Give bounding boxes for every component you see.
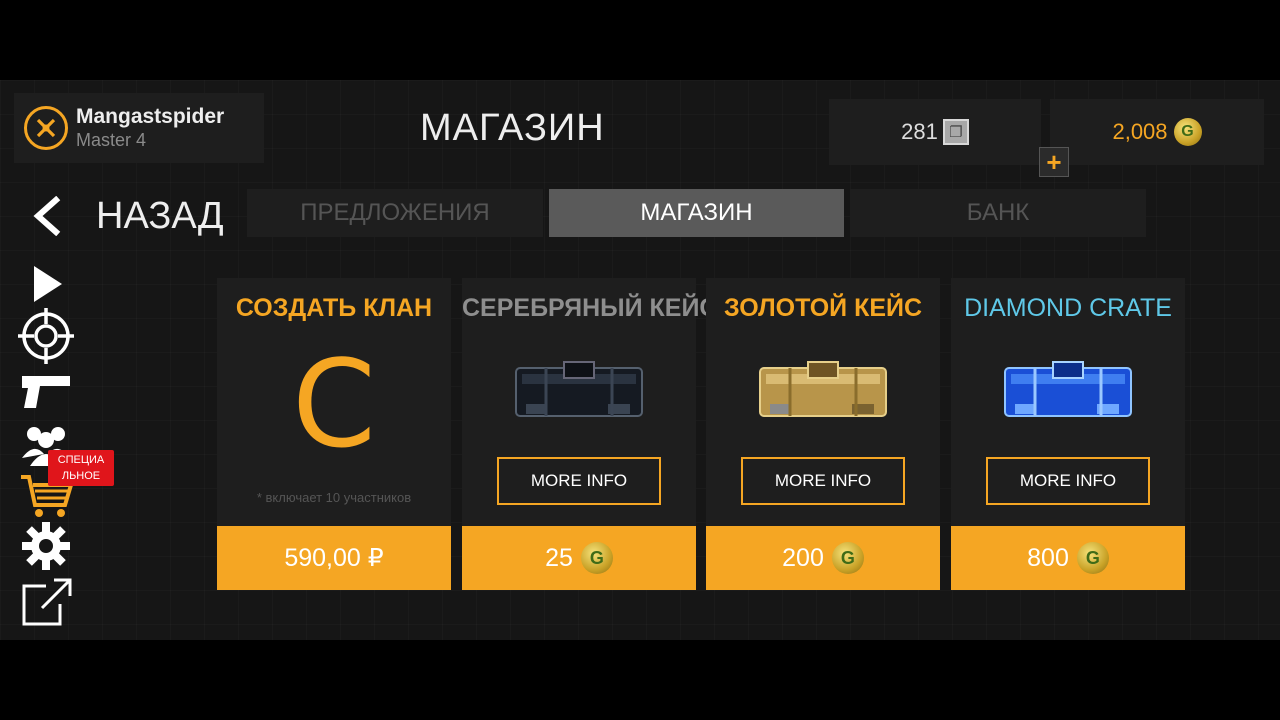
player-panel[interactable]: Mangastspider Master 4 [14, 93, 264, 163]
back-label: НАЗАД [96, 194, 224, 237]
play-icon[interactable] [16, 260, 76, 308]
price-button[interactable]: 200 G [706, 526, 940, 590]
silver-amount: 281 [901, 119, 938, 144]
gold-coin-icon: G [831, 542, 864, 574]
gold-coin-icon: G [1173, 118, 1202, 146]
price-value: 25 [545, 543, 573, 572]
player-rank: Master 4 [76, 130, 147, 150]
crosshair-icon[interactable] [16, 308, 76, 364]
card-title: ЗОЛОТОЙ КЕЙС [723, 294, 923, 322]
page-title: МАГАЗИН [420, 107, 605, 149]
more-info-button[interactable]: MORE INFO [741, 457, 905, 505]
gold-currency: 2,008 G [1050, 99, 1264, 165]
tab-offers[interactable]: ПРЕДЛОЖЕНИЯ [247, 189, 543, 237]
shop-screen: Mangastspider Master 4 МАГАЗИН 281 ❐ 2,0… [0, 80, 1280, 640]
card-title: СЕРЕБРЯНЫЙ КЕЙС [462, 294, 718, 322]
price-value: 590,00 ₽ [284, 544, 384, 572]
silver-currency: 281 ❐ [829, 99, 1041, 165]
pistol-icon[interactable] [16, 368, 76, 416]
badge-label: СПЕЦИА ЛЬНОЕ [57, 454, 105, 482]
card-title: DIAMOND CRATE [964, 294, 1172, 322]
clan-note: * включает 10 участников [256, 490, 412, 505]
tab-shop[interactable]: МАГАЗИН [549, 189, 844, 237]
shop-tabs: ПРЕДЛОЖЕНИЯ МАГАЗИН БАНК [247, 189, 1146, 237]
clan-logo-icon: C [292, 336, 376, 475]
gold-coin-icon: G [1076, 542, 1109, 574]
gold-crate-icon [759, 361, 887, 417]
diamond-crate-icon [1004, 361, 1132, 417]
add-currency-button[interactable]: + [1039, 147, 1069, 177]
price-button[interactable]: 590,00 ₽ [217, 526, 451, 590]
create-clan-card[interactable]: СОЗДАТЬ КЛАН C * включает 10 участников … [217, 278, 451, 590]
external-link-icon[interactable] [16, 578, 76, 626]
gold-amount: 2,008 [1112, 119, 1168, 144]
player-emblem-icon [24, 106, 68, 150]
card-title: СОЗДАТЬ КЛАН [235, 294, 433, 322]
silver-token-icon: ❐ [942, 119, 969, 145]
price-value: 200 [782, 543, 824, 572]
silver-crate-icon [515, 361, 643, 417]
player-name: Mangastspider [76, 105, 225, 128]
diamond-crate-card[interactable]: DIAMOND CRATE MORE INFO 800 G [951, 278, 1185, 590]
gold-coin-icon: G [580, 542, 613, 574]
price-button[interactable]: 800 G [951, 526, 1185, 590]
gear-icon[interactable] [16, 522, 76, 570]
chevron-left-icon [33, 196, 61, 236]
more-info-button[interactable]: MORE INFO [986, 457, 1150, 505]
gold-crate-card[interactable]: ЗОЛОТОЙ КЕЙС MORE INFO 200 G [706, 278, 940, 590]
price-value: 800 [1027, 543, 1069, 572]
special-offer-badge: СПЕЦИА ЛЬНОЕ [48, 450, 114, 486]
silver-crate-card[interactable]: СЕРЕБРЯНЫЙ КЕЙС MORE INFO 25 G [462, 278, 718, 590]
tab-bank[interactable]: БАНК [850, 189, 1146, 237]
more-info-button[interactable]: MORE INFO [497, 457, 661, 505]
price-button[interactable]: 25 G [462, 526, 696, 590]
back-button[interactable]: НАЗАД [30, 188, 224, 244]
